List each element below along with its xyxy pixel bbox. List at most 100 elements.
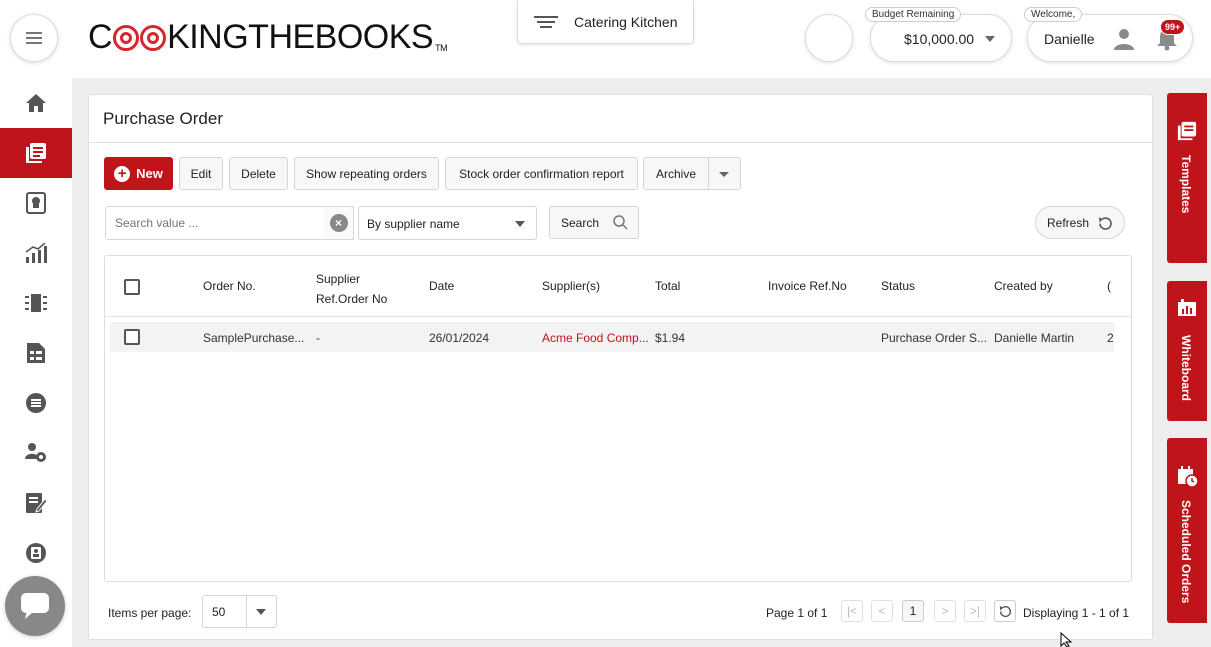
column-suppliers[interactable]: Supplier(s) xyxy=(542,279,600,293)
pager-refresh-button[interactable] xyxy=(994,600,1016,622)
table-header: Order No. Supplier Ref.Order No Date Sup… xyxy=(105,256,1131,317)
tab-whiteboard[interactable]: Whiteboard xyxy=(1167,281,1207,421)
cell-order-no: SamplePurchase... xyxy=(203,331,305,345)
search-button-label: Search xyxy=(561,215,600,230)
column-invoice-ref[interactable]: Invoice Ref.No xyxy=(768,279,847,293)
chevron-right-icon: > xyxy=(941,604,949,618)
stock-order-report-button[interactable]: Stock order confirmation report xyxy=(445,157,638,190)
items-per-page-value: 50 xyxy=(212,605,226,619)
tab-scheduled-orders-label: Scheduled Orders xyxy=(1179,500,1193,604)
checklist-icon xyxy=(27,343,45,363)
user-icon[interactable] xyxy=(1112,27,1136,51)
cell-total: $1.94 xyxy=(655,331,686,345)
tab-whiteboard-label: Whiteboard xyxy=(1179,335,1193,401)
clear-search-button[interactable]: × xyxy=(324,206,354,240)
budget-label: Budget Remaining xyxy=(865,7,962,22)
purchase-order-panel: Purchase Order + New Edit Delete Show rep… xyxy=(88,94,1153,640)
user-name: Danielle xyxy=(1044,31,1095,47)
chevron-left-icon: < xyxy=(878,604,886,618)
column-total[interactable]: Total xyxy=(655,279,680,293)
sidebar-item-orders[interactable] xyxy=(0,128,72,178)
select-all-checkbox[interactable] xyxy=(124,279,140,295)
tab-templates-label: Templates xyxy=(1179,155,1193,214)
show-repeating-orders-button[interactable]: Show repeating orders xyxy=(294,157,439,190)
logo-trademark: TM xyxy=(435,43,448,53)
filter-lines-icon xyxy=(534,13,558,31)
first-page-button[interactable]: |< xyxy=(841,600,863,622)
column-supplier-ref[interactable]: Supplier Ref.Order No xyxy=(316,269,396,309)
sidebar-item-recipes[interactable] xyxy=(0,178,72,228)
list-circle-icon xyxy=(26,393,46,413)
new-button[interactable]: + New xyxy=(104,157,173,190)
calendar-clock-icon xyxy=(1178,466,1199,488)
column-date[interactable]: Date xyxy=(429,279,454,293)
logo[interactable]: C KINGTHEBOOKS TM xyxy=(88,18,448,57)
archive-button-label: Archive xyxy=(656,166,697,181)
next-page-button[interactable]: > xyxy=(934,600,956,622)
cell-supplier-ref: - xyxy=(316,331,320,345)
column-truncated[interactable]: ( xyxy=(1107,279,1111,293)
table-row[interactable]: SamplePurchase... - 26/01/2024 Acme Food… xyxy=(110,322,1114,352)
sidebar-item-contacts[interactable] xyxy=(0,528,72,578)
user-menu[interactable]: Welcome, Danielle 99+ xyxy=(1024,7,1193,62)
app-header: C KINGTHEBOOKS TM Catering Kitchen Budge… xyxy=(0,0,1211,78)
page-info: Page 1 of 1 xyxy=(766,606,828,620)
refresh-icon xyxy=(1099,217,1112,230)
column-created-by[interactable]: Created by xyxy=(994,279,1053,293)
sidebar-item-inventory[interactable] xyxy=(0,278,72,328)
close-icon: × xyxy=(329,214,348,232)
templates-book-icon xyxy=(1177,121,1197,141)
round-action-button[interactable] xyxy=(805,14,853,62)
items-per-page-label: Items per page: xyxy=(108,606,192,620)
sidebar-item-staff[interactable] xyxy=(0,428,72,478)
column-order-no[interactable]: Order No. xyxy=(203,279,256,293)
mouse-cursor-icon xyxy=(1060,632,1073,647)
kitchen-name: Catering Kitchen xyxy=(574,13,678,30)
search-filter-select[interactable]: By supplier name xyxy=(358,206,537,240)
chevron-down-icon[interactable] xyxy=(719,172,729,177)
sidebar-item-reports[interactable] xyxy=(0,228,72,278)
chat-button[interactable] xyxy=(5,576,65,636)
hamburger-icon xyxy=(26,32,42,44)
row-checkbox[interactable] xyxy=(124,329,140,345)
chevron-down-icon xyxy=(985,36,995,42)
last-page-icon: >| xyxy=(969,604,981,618)
logo-rings-icon xyxy=(113,24,167,51)
logo-text-start: C xyxy=(88,18,113,56)
inventory-grid-icon xyxy=(25,294,47,312)
notification-badge: 99+ xyxy=(1160,19,1186,35)
menu-button[interactable] xyxy=(10,14,58,62)
chevron-down-icon xyxy=(256,609,266,615)
chevron-down-icon xyxy=(515,221,525,227)
sidebar-item-checklist[interactable] xyxy=(0,328,72,378)
sidebar-item-list[interactable] xyxy=(0,378,72,428)
plus-icon: + xyxy=(114,165,131,182)
welcome-label: Welcome, xyxy=(1024,7,1083,22)
whiteboard-icon xyxy=(1178,299,1196,316)
current-page-button[interactable]: 1 xyxy=(902,600,924,622)
sidebar-item-edit-docs[interactable] xyxy=(0,478,72,528)
cell-supplier-link[interactable]: Acme Food Comp... xyxy=(542,331,650,345)
orders-book-icon xyxy=(26,143,46,163)
delete-button[interactable]: Delete xyxy=(229,157,288,190)
search-icon xyxy=(613,215,628,230)
last-page-button[interactable]: >| xyxy=(964,600,986,622)
search-button[interactable]: Search xyxy=(549,206,639,239)
search-input[interactable] xyxy=(105,206,325,240)
sidebar-item-home[interactable] xyxy=(0,78,72,128)
archive-split-button[interactable]: Archive xyxy=(643,157,741,190)
cell-truncated: 2 xyxy=(1107,331,1114,345)
new-button-label: New xyxy=(136,166,163,181)
items-per-page-select[interactable]: 50 xyxy=(202,595,277,628)
chart-growth-icon xyxy=(25,243,47,263)
budget-value: $10,000.00 xyxy=(904,31,975,47)
edit-button[interactable]: Edit xyxy=(179,157,223,190)
first-page-icon: |< xyxy=(846,604,858,618)
tab-scheduled-orders[interactable]: Scheduled Orders xyxy=(1167,438,1207,623)
column-status[interactable]: Status xyxy=(881,279,915,293)
refresh-button[interactable]: Refresh xyxy=(1035,206,1125,239)
tab-templates[interactable]: Templates xyxy=(1167,93,1207,263)
prev-page-button[interactable]: < xyxy=(871,600,893,622)
kitchen-selector[interactable]: Catering Kitchen xyxy=(517,0,694,44)
budget-dropdown[interactable]: Budget Remaining $10,000.00 xyxy=(865,7,1012,62)
